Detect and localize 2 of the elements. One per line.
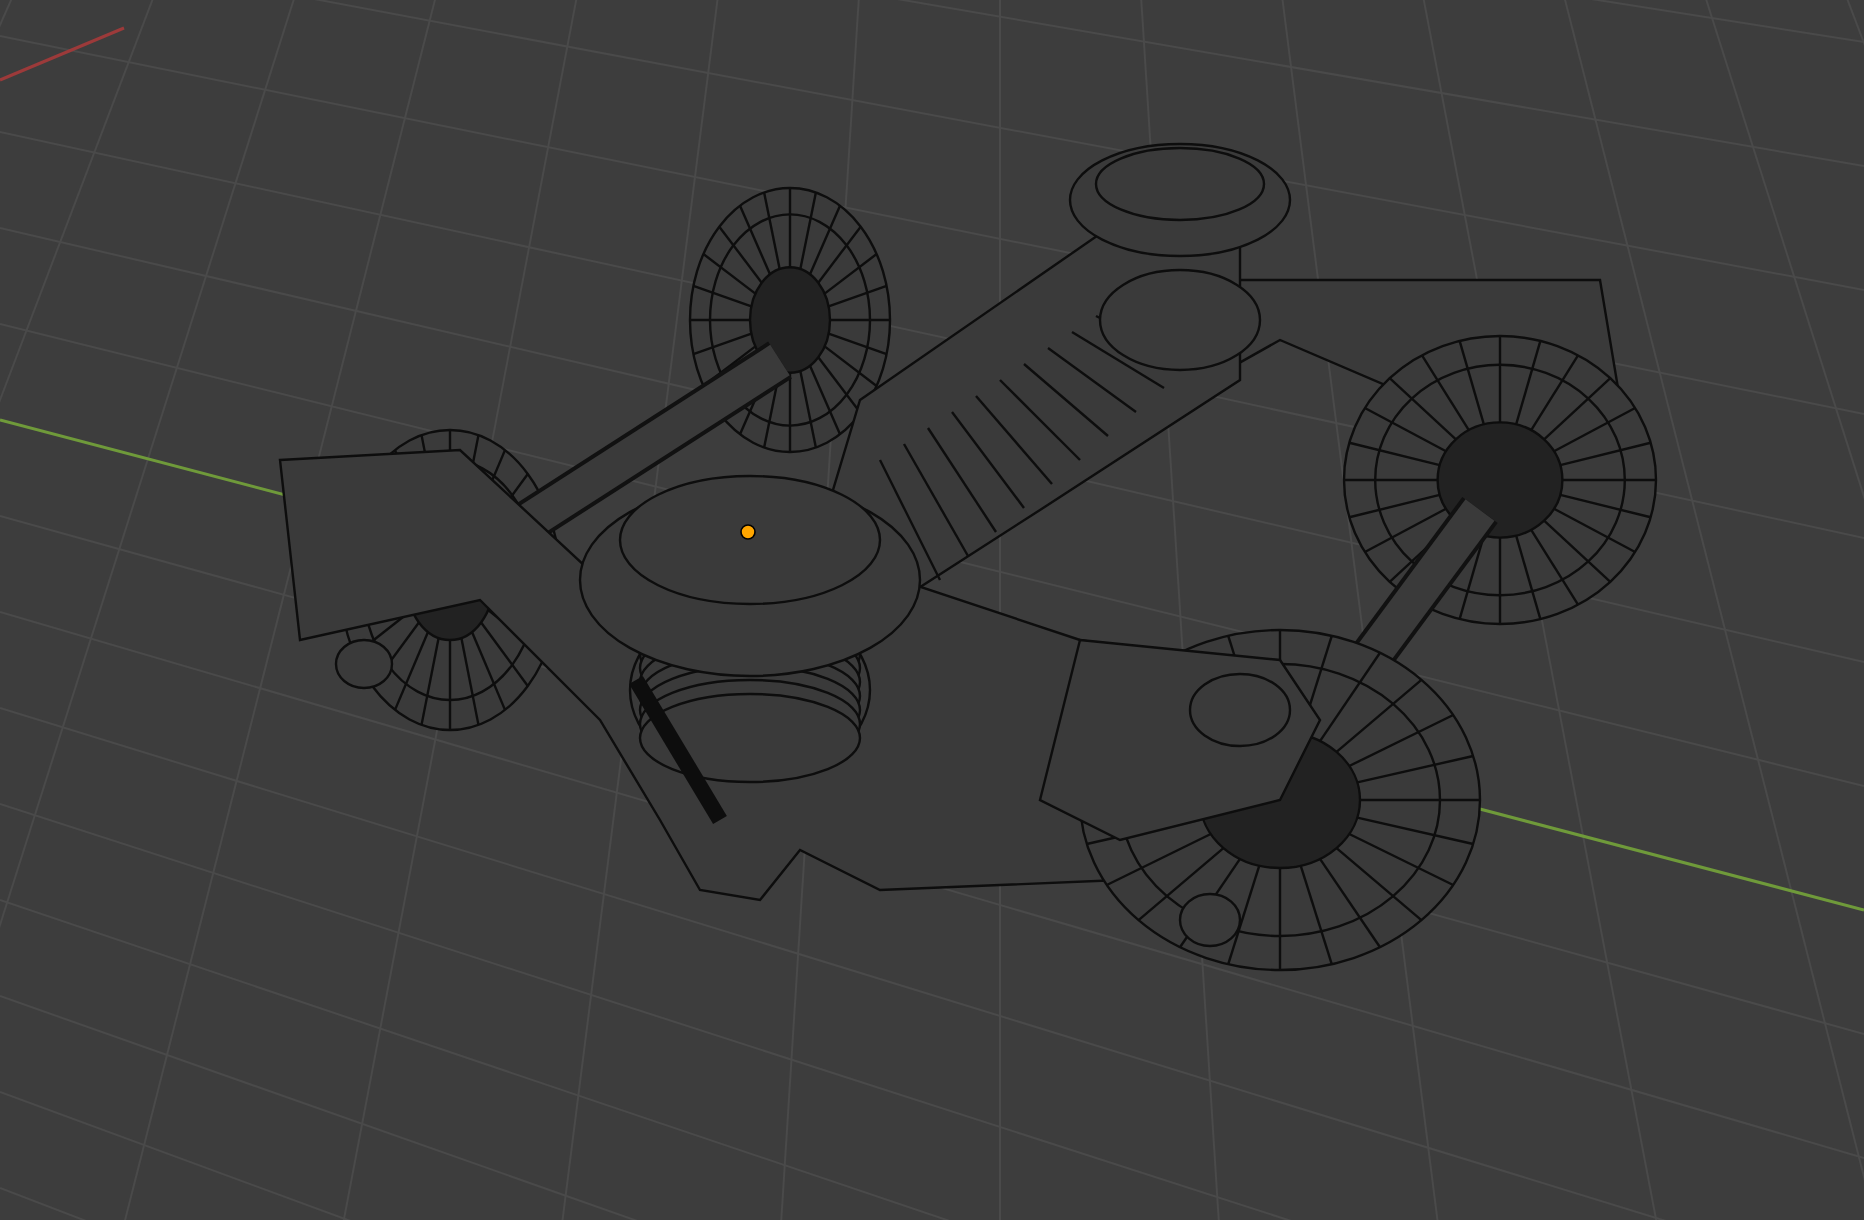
origin-dot [740, 524, 756, 540]
viewport[interactable] [0, 0, 1864, 1220]
